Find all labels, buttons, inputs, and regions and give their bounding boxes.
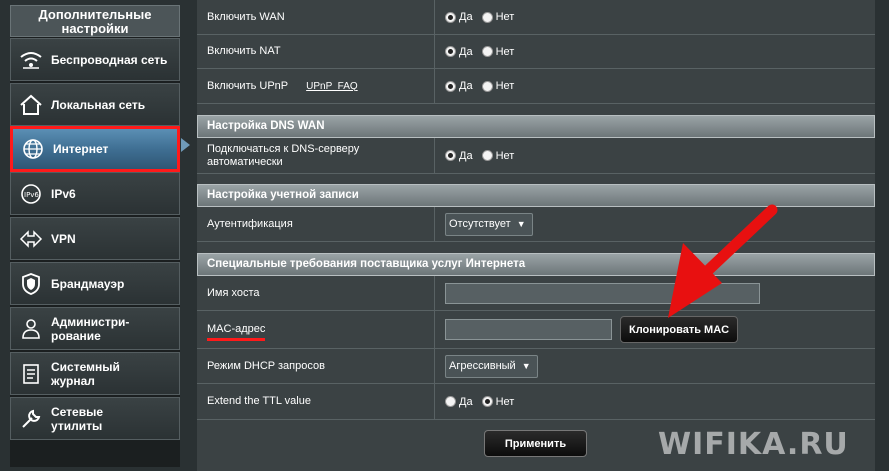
dns-auto-yes-radio[interactable] (445, 150, 456, 161)
settings-panel: Включить WAN Да Нет Включить NAT Да Нет … (197, 0, 875, 471)
sidebar-item-label: Интернет (53, 142, 109, 156)
upnp-no-radio[interactable] (481, 80, 493, 92)
ttl-row: Extend the TTL value Да Нет (197, 384, 875, 420)
sidebar-item-network-tools[interactable]: Сетевые утилиты (10, 397, 180, 440)
auth-label: Аутентификация (197, 207, 435, 241)
dhcp-select[interactable]: Агрессивный ▼ (445, 354, 538, 378)
wan-row: Включить WAN Да Нет (197, 0, 875, 35)
vpn-icon (11, 218, 51, 259)
ipv6-icon: IPv6 (11, 173, 51, 214)
wifi-icon (11, 39, 51, 80)
hostname-row: Имя хоста (197, 276, 875, 311)
sidebar-item-label: Локальная сеть (51, 97, 146, 112)
nat-yes-radio[interactable] (445, 46, 456, 57)
watermark-logo: WIFIKA.RU (658, 427, 849, 462)
dns-auto-label: Подключаться к DNS-серверу автоматически (197, 138, 435, 173)
nat-yes-label: Да (459, 45, 473, 58)
sidebar-item-syslog[interactable]: Системный журнал (10, 352, 180, 395)
wan-yes-radio[interactable] (445, 11, 456, 23)
sidebar-item-administration[interactable]: Администри-рование (10, 307, 180, 350)
sidebar-item-label: Беспроводная сеть (51, 52, 168, 67)
shield-icon (11, 263, 51, 304)
nat-no-radio[interactable] (481, 46, 493, 57)
sidebar-item-ipv6[interactable]: IPv6 IPv6 (10, 172, 180, 215)
chevron-down-icon: ▼ (516, 219, 526, 229)
auth-select-value: Отсутствует (449, 218, 511, 230)
ttl-label: Extend the TTL value (197, 384, 435, 419)
dhcp-select-value: Агрессивный (449, 360, 516, 372)
mac-input[interactable] (445, 319, 612, 340)
sidebar-item-lan[interactable]: Локальная сеть (10, 83, 180, 126)
mac-highlight-underline (207, 338, 265, 341)
sidebar-item-label: IPv6 (51, 186, 76, 201)
log-icon (11, 353, 51, 394)
sidebar-header: Дополнительные настройки (10, 5, 180, 37)
auth-row: Аутентификация Отсутствует ▼ (197, 207, 875, 242)
active-indicator-arrow (181, 138, 190, 152)
mac-label: MAC-адрес (197, 311, 435, 348)
isp-section-header: Специальные требования поставщика услуг … (197, 253, 875, 276)
nat-no-label: Нет (495, 45, 515, 58)
mac-row: MAC-адрес Клонировать MAC (197, 311, 875, 349)
sidebar-item-label: VPN (51, 231, 76, 246)
ttl-no-radio[interactable] (481, 396, 493, 407)
wan-no-radio[interactable] (481, 11, 493, 23)
home-icon (11, 84, 51, 125)
nat-label: Включить NAT (197, 35, 435, 68)
sidebar: Дополнительные настройки Беспроводная се… (10, 5, 180, 467)
hostname-label: Имя хоста (197, 276, 435, 310)
ttl-yes-radio[interactable] (445, 396, 456, 407)
globe-icon (13, 129, 53, 169)
auth-select[interactable]: Отсутствует ▼ (445, 212, 533, 236)
dns-auto-no-label: Нет (495, 149, 515, 162)
sidebar-item-wireless[interactable]: Беспроводная сеть (10, 38, 180, 81)
ttl-yes-label: Да (459, 395, 473, 408)
dns-auto-row: Подключаться к DNS-серверу автоматически… (197, 138, 875, 174)
upnp-label-text: Включить UPnP (207, 79, 289, 92)
upnp-faq-link[interactable]: UPnP FAQ (306, 80, 358, 93)
account-section-header: Настройка учетной записи (197, 184, 875, 207)
sidebar-item-firewall[interactable]: Брандмауэр (10, 262, 180, 305)
dns-auto-no-radio[interactable] (481, 150, 493, 161)
hostname-input[interactable] (445, 282, 760, 304)
chevron-down-icon: ▼ (521, 361, 531, 371)
sidebar-item-label: Брандмауэр (51, 276, 125, 291)
nat-row: Включить NAT Да Нет (197, 35, 875, 69)
upnp-yes-radio[interactable] (445, 80, 456, 92)
sidebar-item-label: Сетевые утилиты (51, 404, 104, 433)
wan-yes-label: Да (459, 11, 473, 23)
dns-auto-yes-label: Да (459, 149, 473, 162)
wrench-icon (11, 398, 51, 439)
wan-label: Включить WAN (197, 0, 435, 34)
sidebar-item-label: Системный журнал (51, 359, 120, 388)
dhcp-label: Режим DHCP запросов (197, 349, 435, 383)
admin-icon (11, 308, 51, 349)
sidebar-item-vpn[interactable]: VPN (10, 217, 180, 260)
wan-no-label: Нет (495, 11, 515, 23)
apply-button[interactable]: Применить (484, 430, 587, 457)
upnp-label: Включить UPnP UPnP FAQ (197, 69, 435, 103)
upnp-no-label: Нет (495, 80, 515, 92)
clone-mac-button[interactable]: Клонировать MAC (620, 316, 739, 343)
svg-text:IPv6: IPv6 (24, 191, 39, 199)
sidebar-item-label: Администри-рование (51, 314, 130, 343)
dhcp-row: Режим DHCP запросов Агрессивный ▼ (197, 349, 875, 384)
ttl-no-label: Нет (495, 395, 515, 408)
dns-section-header: Настройка DNS WAN (197, 115, 875, 138)
upnp-row: Включить UPnP UPnP FAQ Да Нет (197, 69, 875, 104)
upnp-yes-label: Да (459, 80, 473, 92)
sidebar-item-internet[interactable]: Интернет (10, 126, 180, 172)
